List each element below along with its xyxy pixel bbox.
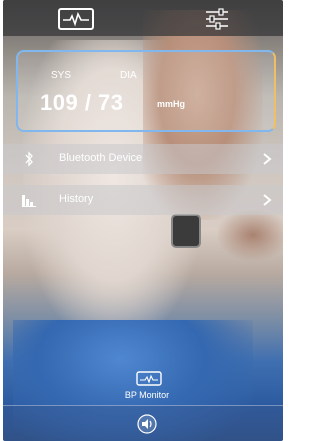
app-screen: SYS DIA 109 / 73 mmHg Bluetooth Device H… [3, 0, 283, 441]
settings-sliders-icon [206, 8, 228, 30]
settings-button[interactable] [203, 7, 231, 31]
bluetooth-icon [25, 151, 33, 167]
heart-monitor-icon [63, 11, 89, 27]
menu-item-label: Bluetooth Device [59, 152, 143, 164]
chevron-right-icon [263, 153, 272, 165]
top-bar [3, 0, 283, 36]
background-photo-hand [218, 210, 283, 260]
sound-icon[interactable] [137, 414, 157, 434]
menu-item-history[interactable]: History [3, 185, 283, 215]
bar-chart-icon [22, 195, 36, 207]
dia-label: DIA [120, 70, 137, 81]
blood-pressure-readout: SYS DIA 109 / 73 mmHg [16, 50, 276, 132]
blood-pressure-value: 109 / 73 [40, 90, 124, 115]
heart-monitor-button[interactable] [58, 8, 94, 30]
background-photo-watch [171, 214, 201, 248]
tab-bp-monitor[interactable]: BP Monitor [105, 390, 189, 400]
blood-pressure-unit: mmHg [157, 99, 186, 109]
sys-label: SYS [51, 70, 72, 81]
menu-item-bluetooth-device[interactable]: Bluetooth Device [3, 144, 283, 174]
monitor-icon[interactable] [135, 370, 163, 388]
menu-item-label: History [59, 193, 94, 205]
chevron-right-icon [263, 194, 272, 206]
